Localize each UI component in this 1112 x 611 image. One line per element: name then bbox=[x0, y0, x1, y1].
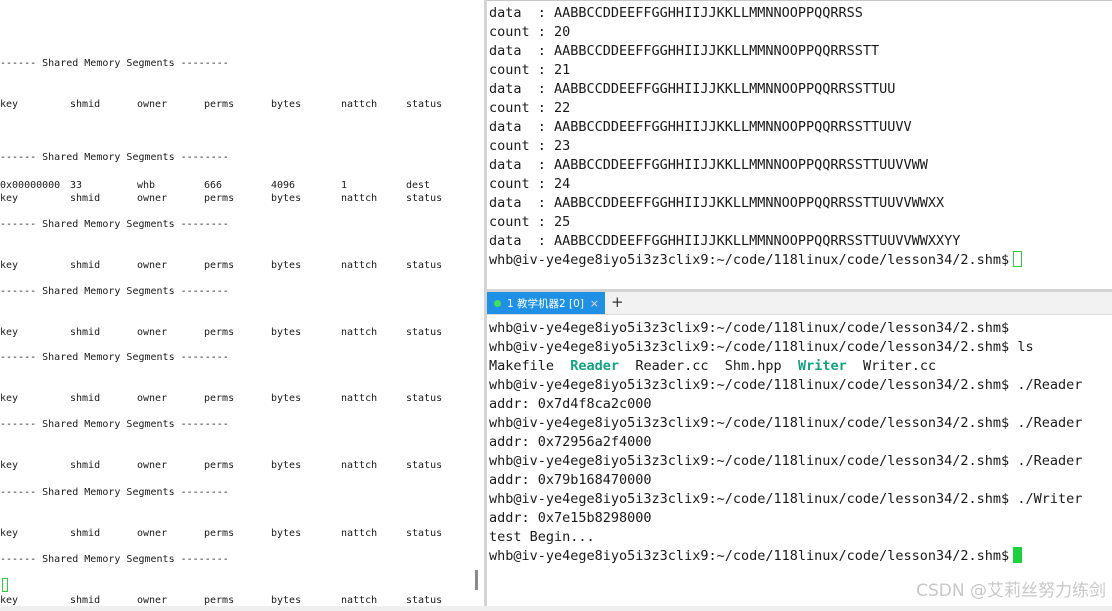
col-key: key bbox=[0, 98, 19, 110]
output-line: data : AABBCCDDEEFFGGHHIIJJKKLLMMNNOOPPQ… bbox=[489, 81, 896, 97]
output-line: count : 24 bbox=[489, 176, 571, 192]
col-nattch: nattch bbox=[341, 594, 378, 606]
file-name: Shm.hpp bbox=[724, 358, 782, 374]
col-shmid: shmid bbox=[70, 594, 101, 606]
shell-prompt: whb@iv-ye4ege8iyo5i3z3clix9:~/code/118li… bbox=[489, 320, 1010, 336]
shell-prompt: whb@iv-ye4ege8iyo5i3z3clix9:~/code/118li… bbox=[489, 491, 1010, 507]
terminal-cursor bbox=[2, 578, 8, 592]
ipcs-header: ------ Shared Memory Segments -------- bbox=[0, 352, 229, 363]
col-nattch: nattch bbox=[341, 98, 378, 110]
ipcs-header: ------ Shared Memory Segments -------- bbox=[0, 58, 229, 69]
output-line: count : 23 bbox=[489, 138, 571, 154]
executable-name: Reader bbox=[570, 358, 620, 374]
prompt-line: whb@iv-ye4ege8iyo5i3z3clix9:~/code/118li… bbox=[489, 490, 1082, 509]
output-line: addr: 0x7e15b8298000 bbox=[489, 510, 652, 526]
ipcs-columns: key shmid owner perms bytes nattch statu… bbox=[0, 594, 470, 608]
executable-name: Writer bbox=[797, 358, 847, 374]
prompt-line: whb@iv-ye4ege8iyo5i3z3clix9:~/code/118li… bbox=[489, 319, 1009, 338]
tab-session[interactable]: 1 教学机器2 [0] × bbox=[487, 292, 605, 314]
col-status: status bbox=[406, 98, 443, 110]
close-icon[interactable]: × bbox=[590, 297, 599, 310]
command: ./Reader bbox=[1017, 453, 1083, 469]
command: ./Reader bbox=[1017, 415, 1083, 431]
terminal-cursor bbox=[1013, 547, 1023, 563]
output-line: data : AABBCCDDEEFFGGHHIIJJKKLLMMNNOOPPQ… bbox=[489, 233, 961, 249]
output-line: data : AABBCCDDEEFFGGHHIIJJKKLLMMNNOOPPQ… bbox=[489, 119, 912, 135]
output-line: addr: 0x72956a2f4000 bbox=[489, 434, 652, 450]
output-line: addr: 0x7d4f8ca2c000 bbox=[489, 396, 652, 412]
shell-prompt: whb@iv-ye4ege8iyo5i3z3clix9:~/code/118li… bbox=[489, 453, 1010, 469]
col-perms: perms bbox=[204, 594, 235, 606]
output-line: count : 22 bbox=[489, 100, 571, 116]
col-perms: perms bbox=[204, 98, 235, 110]
command: ls bbox=[1017, 339, 1034, 355]
prompt-line: whb@iv-ye4ege8iyo5i3z3clix9:~/code/118li… bbox=[489, 547, 1023, 566]
ipcs-block: ------ Shared Memory Segments -------- k… bbox=[0, 526, 470, 607]
col-owner: owner bbox=[137, 98, 168, 110]
shell-prompt: whb@iv-ye4ege8iyo5i3z3clix9:~/code/118li… bbox=[489, 548, 1010, 564]
output-line: data : AABBCCDDEEFFGGHHIIJJKKLLMMNNOOPPQ… bbox=[489, 43, 880, 59]
prompt-line: whb@iv-ye4ege8iyo5i3z3clix9:~/code/118li… bbox=[489, 251, 1023, 270]
output-line: count : 21 bbox=[489, 62, 571, 78]
ipcs-header: ------ Shared Memory Segments -------- bbox=[0, 419, 229, 430]
reader-terminal-pane[interactable]: data : AABBCCDDEEFFGGHHIIJJKKLLMMNNOOPPQ… bbox=[487, 1, 1112, 289]
scrollbar-thumb[interactable] bbox=[475, 570, 478, 590]
file-name: Reader.cc bbox=[635, 358, 709, 374]
output-line: test Begin... bbox=[489, 529, 595, 545]
file-name: Makefile bbox=[489, 358, 555, 374]
col-bytes: bytes bbox=[271, 594, 302, 606]
col-status: status bbox=[406, 594, 443, 606]
prompt-line: whb@iv-ye4ege8iyo5i3z3clix9:~/code/118li… bbox=[489, 338, 1034, 357]
prompt-line: whb@iv-ye4ege8iyo5i3z3clix9:~/code/118li… bbox=[489, 376, 1082, 395]
add-tab-icon[interactable]: + bbox=[611, 293, 624, 311]
ipcs-columns: key shmid owner perms bytes nattch statu… bbox=[0, 98, 470, 112]
col-shmid: shmid bbox=[70, 98, 101, 110]
window-bottom-border bbox=[0, 606, 1112, 611]
shell-prompt: whb@iv-ye4ege8iyo5i3z3clix9:~/code/118li… bbox=[489, 339, 1010, 355]
session-terminal-pane[interactable]: 1 教学机器2 [0] × + whb@iv-ye4ege8iyo5i3z3cl… bbox=[487, 292, 1112, 607]
tab-label: 1 教学机器2 [0] bbox=[507, 297, 584, 310]
output-line: data : AABBCCDDEEFFGGHHIIJJKKLLMMNNOOPPQ… bbox=[489, 5, 863, 21]
shell-prompt: whb@iv-ye4ege8iyo5i3z3clix9:~/code/118li… bbox=[489, 415, 1010, 431]
tab-bar: 1 教学机器2 [0] × + bbox=[487, 292, 1112, 315]
ipcs-header: ------ Shared Memory Segments -------- bbox=[0, 554, 229, 565]
ipcs-header: ------ Shared Memory Segments -------- bbox=[0, 487, 229, 498]
terminal-output[interactable]: whb@iv-ye4ege8iyo5i3z3clix9:~/code/118li… bbox=[487, 317, 1112, 607]
prompt-line: whb@iv-ye4ege8iyo5i3z3clix9:~/code/118li… bbox=[489, 452, 1082, 471]
ipcs-header: ------ Shared Memory Segments -------- bbox=[0, 286, 229, 297]
col-bytes: bytes bbox=[271, 98, 302, 110]
watermark: CSDN @艾莉丝努力练剑 bbox=[916, 581, 1106, 601]
ipcs-header: ------ Shared Memory Segments -------- bbox=[0, 152, 229, 163]
output-line: addr: 0x79b168470000 bbox=[489, 472, 652, 488]
ls-output: Makefile Reader Reader.cc Shm.hpp Writer… bbox=[489, 357, 936, 376]
output-line: count : 25 bbox=[489, 214, 571, 230]
output-line: data : AABBCCDDEEFFGGHHIIJJKKLLMMNNOOPPQ… bbox=[489, 195, 945, 211]
status-dot-icon bbox=[494, 299, 501, 307]
file-name: Writer.cc bbox=[862, 358, 937, 374]
shell-prompt: whb@iv-ye4ege8iyo5i3z3clix9:~/code/118li… bbox=[489, 252, 1010, 268]
output-line: data : AABBCCDDEEFFGGHHIIJJKKLLMMNNOOPPQ… bbox=[489, 157, 928, 173]
shell-prompt: whb@iv-ye4ege8iyo5i3z3clix9:~/code/118li… bbox=[489, 377, 1010, 393]
command: ./Reader bbox=[1017, 377, 1083, 393]
output-line: count : 20 bbox=[489, 24, 571, 40]
terminal-cursor bbox=[1013, 251, 1023, 267]
col-owner: owner bbox=[137, 594, 168, 606]
col-key: key bbox=[0, 594, 19, 606]
prompt-line: whb@iv-ye4ege8iyo5i3z3clix9:~/code/118li… bbox=[489, 414, 1082, 433]
ipcs-header: ------ Shared Memory Segments -------- bbox=[0, 219, 229, 230]
command: ./Writer bbox=[1017, 491, 1083, 507]
left-terminal-pane[interactable]: ------ Shared Memory Segments -------- k… bbox=[0, 0, 484, 607]
